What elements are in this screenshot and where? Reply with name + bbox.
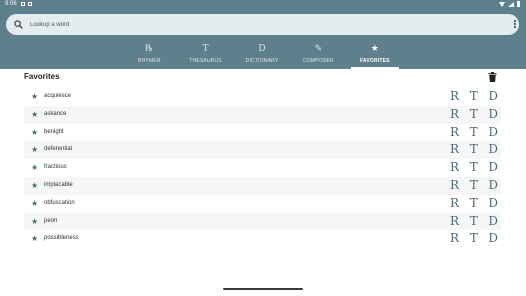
status-bar: 9:06 [0, 0, 526, 10]
tab-label: FAVORITES [359, 58, 390, 64]
tab-label: THESAURUS [189, 58, 222, 64]
tab-favorites[interactable]: ★ FAVORITES [347, 41, 403, 69]
search-input[interactable] [30, 18, 490, 31]
dictionary-button[interactable]: D [488, 142, 498, 157]
tab-bar: ℞ RHYMER T THESAURUS D DICTIONARY ✎ COMP… [121, 41, 403, 69]
tab-rhymer[interactable]: ℞ RHYMER [121, 41, 177, 69]
wifi-icon [499, 1, 505, 7]
word-actions: RTD [450, 107, 498, 122]
list-item[interactable]: ★ implacable R T D [24, 176, 501, 195]
thesaurus-button[interactable]: T [470, 107, 478, 122]
favorites-list: ★ acquiesce R T D ★ askance R T D ★ benight R T D ★ defe… [24, 88, 501, 248]
word-actions: RTD [450, 142, 498, 157]
favorite-word[interactable]: askance [44, 111, 66, 117]
star-icon[interactable]: ★ [31, 110, 38, 119]
star-icon[interactable]: ★ [31, 163, 38, 172]
more-options-icon[interactable] [513, 20, 517, 30]
thesaurus-button[interactable]: T [470, 231, 478, 246]
status-icons [499, 1, 520, 7]
star-icon[interactable]: ★ [31, 181, 38, 190]
favorite-word[interactable]: peon [44, 218, 57, 224]
status-time: 9:06 [5, 1, 17, 7]
rhymer-button[interactable]: R [450, 196, 459, 211]
thesaurus-button[interactable]: T [470, 178, 478, 193]
word-actions: RTD [450, 178, 498, 193]
dictionary-button[interactable]: D [488, 196, 498, 211]
favorite-word[interactable]: benight [44, 129, 64, 135]
dictionary-button[interactable]: D [488, 125, 498, 140]
favorite-word[interactable]: deferential [44, 146, 72, 152]
thesaurus-button[interactable]: T [470, 196, 478, 211]
trash-icon[interactable] [488, 72, 497, 82]
word-actions: RTD [450, 125, 498, 140]
search-icon[interactable] [14, 20, 23, 29]
search-bar[interactable] [6, 14, 519, 35]
notification-icon [28, 2, 32, 6]
gesture-nav-handle[interactable] [223, 288, 303, 290]
dictionary-button[interactable]: D [488, 160, 498, 175]
active-tab-indicator [350, 67, 400, 69]
thesaurus-button[interactable]: T [470, 89, 478, 104]
star-icon[interactable]: ★ [31, 217, 38, 226]
word-actions: RTD [450, 89, 498, 104]
pencil-icon: ✎ [314, 44, 323, 54]
tab-dictionary[interactable]: D DICTIONARY [234, 41, 290, 69]
dictionary-icon: D [258, 44, 266, 54]
word-actions: RTD [450, 196, 498, 211]
thesaurus-button[interactable]: T [470, 142, 478, 157]
signal-icon [508, 1, 514, 7]
list-item[interactable]: ★ acquiesce R T D [24, 88, 501, 106]
tab-label: RHYMER [137, 58, 161, 64]
tab-label: COMPOSER [303, 58, 334, 64]
rhymer-button[interactable]: R [450, 142, 459, 157]
word-actions: RTD [450, 214, 498, 229]
dictionary-button[interactable]: D [488, 178, 498, 193]
list-item[interactable]: ★ askance R T D [24, 105, 501, 124]
rhymer-button[interactable]: R [450, 160, 459, 175]
page-title: Favorites [24, 72, 60, 81]
thesaurus-button[interactable]: T [470, 125, 478, 140]
rhymer-button[interactable]: R [450, 107, 459, 122]
list-item[interactable]: ★ deferential R T D [24, 141, 501, 160]
word-actions: RTD [450, 231, 498, 246]
list-item[interactable]: ★ benight R T D [24, 124, 501, 142]
tab-composer[interactable]: ✎ COMPOSER [290, 41, 346, 69]
battery-icon [517, 1, 520, 7]
list-item[interactable]: ★ peon R T D [24, 212, 501, 231]
star-icon: ★ [370, 44, 379, 54]
list-item[interactable]: ★ fractious R T D [24, 159, 501, 177]
favorite-word[interactable]: possibleness [44, 235, 79, 241]
star-icon[interactable]: ★ [31, 128, 38, 137]
thesaurus-button[interactable]: T [470, 214, 478, 229]
tab-thesaurus[interactable]: T THESAURUS [177, 41, 233, 69]
dictionary-button[interactable]: D [488, 214, 498, 229]
favorite-word[interactable]: obfuscation [44, 200, 75, 206]
word-actions: RTD [450, 160, 498, 175]
thesaurus-button[interactable]: T [470, 160, 478, 175]
favorite-word[interactable]: implacable [44, 182, 73, 188]
star-icon[interactable]: ★ [31, 199, 38, 208]
rhymer-button[interactable]: R [450, 214, 459, 229]
star-icon[interactable]: ★ [31, 145, 38, 154]
list-item[interactable]: ★ obfuscation R T D [24, 195, 501, 213]
rhymer-icon: ℞ [145, 44, 154, 54]
dictionary-button[interactable]: D [488, 107, 498, 122]
rhymer-button[interactable]: R [450, 231, 459, 246]
tab-label: DICTIONARY [245, 58, 279, 64]
rhymer-button[interactable]: R [450, 89, 459, 104]
rhymer-button[interactable]: R [450, 178, 459, 193]
star-icon[interactable]: ★ [31, 92, 38, 101]
thesaurus-icon: T [202, 44, 209, 54]
list-item[interactable]: ★ possibleness R T D [24, 230, 501, 248]
rhymer-button[interactable]: R [450, 125, 459, 140]
favorite-word[interactable]: fractious [44, 164, 67, 170]
favorite-word[interactable]: acquiesce [44, 93, 71, 99]
dictionary-button[interactable]: D [488, 231, 498, 246]
app-header: 9:06 ℞ RHYMER T THESAURUS D DICTIONARY [0, 0, 526, 69]
dictionary-button[interactable]: D [488, 89, 498, 104]
notification-icon [21, 2, 25, 6]
star-icon[interactable]: ★ [31, 234, 38, 243]
